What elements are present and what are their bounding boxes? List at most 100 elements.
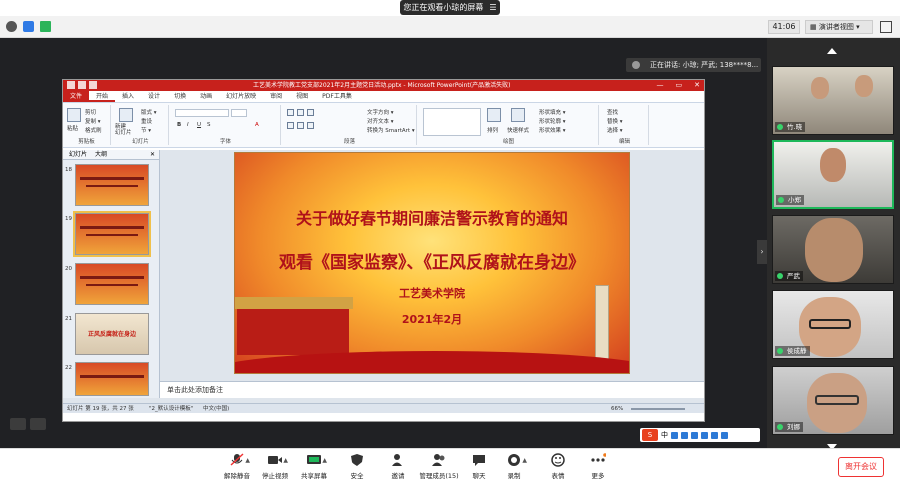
share-banner[interactable]: 您正在观看小琼的屏幕 ☰ [400, 0, 500, 15]
shield-icon[interactable] [23, 21, 34, 32]
invite-button[interactable]: 邀请 [376, 453, 420, 480]
current-slide[interactable]: 关于做好春节期间廉洁警示教育的通知 观看《国家监察》、《正风反腐就在身边》 工艺… [234, 152, 630, 374]
new-slide-label[interactable]: 新建 幻灯片 [115, 124, 139, 136]
menu-transitions[interactable]: 切换 [167, 91, 193, 102]
paste-label[interactable]: 粘贴 [67, 124, 78, 132]
participant-tile-active[interactable]: 小郑 [772, 140, 894, 209]
find-button[interactable]: 查找 [607, 108, 618, 116]
new-slide-icon[interactable] [119, 108, 133, 122]
paste-icon[interactable] [67, 108, 81, 122]
slide-thumbnail[interactable] [75, 362, 149, 396]
menu-icon[interactable]: ☰ [489, 3, 496, 12]
slide-thumbnail[interactable]: 正风反腐就在身边 [75, 313, 149, 355]
menu-design[interactable]: 设计 [141, 91, 167, 102]
bullets-icon[interactable] [287, 109, 294, 116]
participant-tile[interactable]: 严武 [772, 215, 894, 284]
ime-mode[interactable]: 中 [661, 430, 668, 440]
shape-outline-button[interactable]: 形状轮廓 ▾ [539, 117, 566, 125]
font-size-select[interactable] [231, 109, 247, 117]
participant-name: 刘娜 [775, 422, 803, 432]
bold-button[interactable]: B [177, 122, 181, 128]
info-icon[interactable] [6, 21, 17, 32]
shape-fill-button[interactable]: 形状填充 ▾ [539, 108, 566, 116]
font-color-button[interactable]: A [255, 122, 259, 128]
font-name-select[interactable] [175, 109, 229, 117]
scroll-up-icon[interactable] [827, 48, 837, 54]
window-top-bar: 您正在观看小琼的屏幕 ☰ [0, 0, 900, 16]
shape-effects-button[interactable]: 形状效果 ▾ [539, 126, 566, 134]
arrange-label[interactable]: 排列 [487, 126, 498, 134]
punctuation-icon[interactable] [671, 431, 678, 439]
select-button[interactable]: 选择 ▾ [607, 126, 623, 134]
security-button[interactable]: 安全 [335, 453, 379, 480]
align-text-button[interactable]: 对齐文本 ▾ [367, 117, 394, 125]
menu-home[interactable]: 开始 [89, 91, 116, 102]
expand-icon[interactable] [30, 418, 46, 430]
slide-thumbnail[interactable] [75, 263, 149, 305]
align-center-icon[interactable] [297, 122, 304, 129]
menu-animations[interactable]: 动画 [193, 91, 219, 102]
save-icon[interactable] [78, 81, 86, 89]
quick-styles-label[interactable]: 快速样式 [507, 126, 529, 134]
minimize-icon[interactable]: — [657, 80, 664, 91]
cut-button[interactable]: 剪切 [85, 108, 96, 116]
participant-tile[interactable]: 刘娜 [772, 366, 894, 435]
slide-thumbnail[interactable] [75, 164, 149, 206]
collapse-panel-button[interactable]: › [757, 240, 767, 264]
slide-thumbnail-selected[interactable] [73, 211, 151, 257]
tab-slides[interactable]: 幻灯片 [69, 150, 87, 159]
toolbox-icon[interactable] [721, 431, 728, 439]
text-direction-button[interactable]: 文字方向 ▾ [367, 108, 394, 116]
shadow-button[interactable]: S [207, 122, 211, 128]
italic-button[interactable]: I [187, 122, 189, 128]
more-button[interactable]: 更多 [576, 453, 620, 480]
arrange-icon[interactable] [487, 108, 501, 122]
tab-outline[interactable]: 大纲 [95, 150, 107, 159]
indent-icon[interactable] [307, 109, 314, 116]
undo-icon[interactable] [89, 81, 97, 89]
shapes-gallery[interactable] [423, 108, 481, 136]
fullscreen-icon[interactable] [880, 21, 892, 33]
format-painter-button[interactable]: 格式刷 [85, 126, 102, 134]
record-button[interactable]: ▲ 录制 [492, 453, 536, 480]
smartart-button[interactable]: 转换为 SmartArt ▾ [367, 126, 415, 134]
menu-insert[interactable]: 插入 [115, 91, 141, 102]
quick-styles-icon[interactable] [511, 108, 525, 122]
manage-members-button[interactable]: 管理成员(15) [415, 453, 463, 480]
copy-button[interactable]: 复制 ▾ [85, 117, 101, 125]
leave-meeting-button[interactable]: 离开会议 [838, 457, 884, 477]
chat-bubble-icon[interactable] [10, 418, 26, 430]
menu-review[interactable]: 审阅 [263, 91, 289, 102]
numbering-icon[interactable] [297, 109, 304, 116]
menu-view[interactable]: 视图 [289, 91, 315, 102]
replace-button[interactable]: 替换 ▾ [607, 117, 623, 125]
restore-icon[interactable]: ▭ [676, 80, 683, 91]
signal-icon[interactable] [40, 21, 51, 32]
menu-slideshow[interactable]: 幻灯片放映 [219, 91, 263, 102]
close-icon[interactable]: ✕ [694, 80, 700, 91]
keyboard-icon[interactable] [691, 431, 698, 439]
notes-pane[interactable]: 单击此处添加备注 [160, 381, 704, 398]
underline-button[interactable]: U [197, 122, 201, 128]
layout-button[interactable]: 版式 ▾ [141, 108, 157, 116]
align-right-icon[interactable] [307, 122, 314, 129]
skin-icon[interactable] [711, 431, 718, 439]
section-button[interactable]: 节 ▾ [141, 126, 151, 134]
glasses-shape [809, 319, 851, 329]
participant-tile[interactable]: 侯成静 [772, 290, 894, 359]
align-left-icon[interactable] [287, 122, 294, 129]
user-icon[interactable] [701, 431, 708, 439]
ime-toolbar[interactable]: S 中 [640, 428, 760, 442]
close-icon[interactable]: ✕ [150, 150, 159, 159]
participant-tile[interactable]: 竹.晓 [772, 66, 894, 135]
view-mode-button[interactable]: ▦ 演讲者视图 ▾ [805, 20, 873, 34]
menu-pdf[interactable]: PDF工具集 [315, 91, 359, 102]
reset-button[interactable]: 重设 [141, 117, 152, 125]
participant-name-text: 刘娜 [787, 423, 800, 431]
reactions-button[interactable]: 表情 [536, 453, 580, 480]
menu-file[interactable]: 文件 [63, 91, 90, 102]
stop-video-button[interactable]: ▲ 停止视频 [253, 453, 297, 480]
mic-icon[interactable] [681, 431, 688, 439]
zoom-slider[interactable] [631, 408, 685, 410]
share-screen-button[interactable]: ▲ 共享屏幕 [292, 453, 336, 480]
